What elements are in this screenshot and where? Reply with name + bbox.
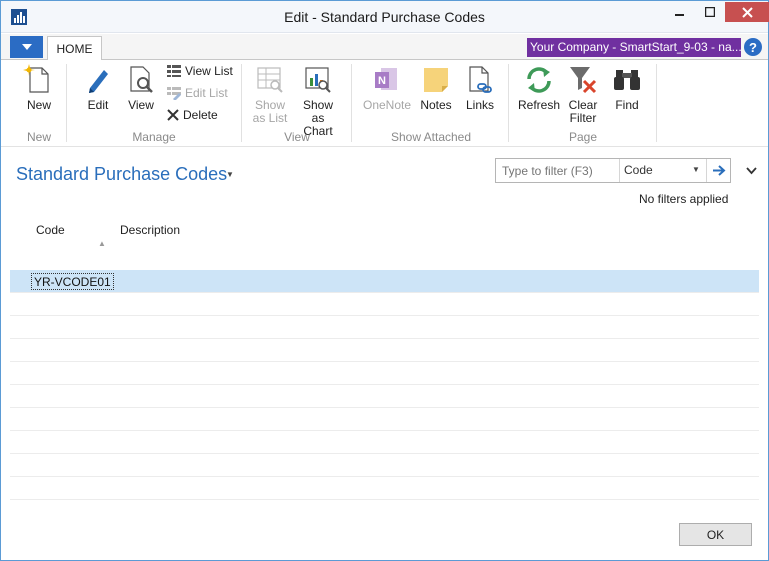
onenote-button[interactable]: N OneNote (361, 64, 413, 112)
help-button[interactable]: ? (744, 38, 762, 56)
ribbon-divider (241, 64, 242, 142)
view-document-icon (130, 66, 153, 93)
clear-filter-icon (570, 67, 597, 94)
view-list-label: View List (185, 64, 233, 78)
data-grid: YR-VCODE01 (10, 270, 759, 500)
chevron-down-icon (746, 167, 757, 175)
table-row-empty[interactable] (10, 293, 759, 316)
onenote-label: OneNote (362, 98, 412, 112)
arrow-right-icon (712, 165, 725, 176)
group-label-manage: Manage (132, 130, 176, 144)
apply-filter-button[interactable] (706, 159, 731, 182)
ribbon-divider (351, 64, 352, 142)
application-menu-button[interactable] (10, 36, 43, 58)
links-button[interactable]: Links (461, 64, 499, 112)
table-row-empty[interactable] (10, 316, 759, 339)
table-row-empty[interactable] (10, 454, 759, 477)
title-bar: Edit - Standard Purchase Codes (1, 1, 769, 33)
clear-filter-label-2: Filter (569, 111, 597, 125)
window-title: Edit - Standard Purchase Codes (284, 9, 485, 25)
group-label-view: View (284, 130, 310, 144)
company-badge[interactable]: Your Company - SmartStart_9-03 - na... (527, 38, 741, 57)
column-header-code[interactable]: Code (36, 223, 65, 237)
filter-field-select[interactable]: Code (624, 163, 653, 177)
links-label: Links (465, 98, 494, 112)
view-button[interactable]: View (123, 64, 159, 112)
find-label: Find (615, 98, 639, 112)
table-row[interactable]: YR-VCODE01 (10, 270, 759, 293)
minimize-button[interactable] (665, 2, 695, 22)
maximize-button[interactable] (695, 2, 725, 22)
delete-x-icon (167, 109, 179, 121)
onenote-icon: N (375, 68, 397, 90)
delete-label: Delete (183, 108, 218, 122)
clear-filter-label-1: Clear (568, 98, 598, 112)
collapse-filter-pane-button[interactable] (746, 164, 757, 178)
ribbon-divider (66, 64, 67, 142)
table-row-empty[interactable] (10, 362, 759, 385)
show-as-list-label-2: as List (252, 111, 288, 125)
group-label-page: Page (568, 130, 598, 144)
show-as-list-button[interactable]: Show as List (251, 64, 289, 125)
ribbon-divider (508, 64, 509, 142)
table-row-empty[interactable] (10, 431, 759, 454)
show-as-list-icon (257, 67, 283, 93)
filter-box: Code ▼ (495, 158, 731, 183)
link-document-icon (469, 66, 492, 93)
ribbon-tab-bar: HOME Your Company - SmartStart_9-03 - na… (1, 34, 768, 61)
page-title[interactable]: Standard Purchase Codes (16, 164, 227, 185)
view-list-icon (167, 65, 181, 77)
chevron-down-icon (21, 44, 32, 50)
svg-text:N: N (378, 75, 386, 87)
new-document-icon (23, 64, 49, 93)
column-header-description[interactable]: Description (120, 223, 180, 237)
edit-label: Edit (87, 98, 109, 112)
sticky-note-icon (424, 68, 448, 92)
clear-filter-button[interactable]: Clear Filter (565, 64, 601, 125)
notes-label: Notes (420, 98, 452, 112)
view-label: View (128, 98, 154, 112)
show-as-chart-icon (305, 67, 331, 93)
refresh-icon (527, 67, 551, 93)
refresh-label: Refresh (517, 98, 561, 112)
cell-code[interactable]: YR-VCODE01 (31, 273, 114, 290)
chevron-down-icon[interactable]: ▼ (692, 165, 700, 174)
edit-list-button[interactable]: Edit List (166, 86, 228, 100)
notes-button[interactable]: Notes (417, 64, 455, 112)
group-label-show-attached: Show Attached (390, 130, 472, 144)
close-button[interactable] (725, 2, 769, 22)
sort-ascending-icon: ▲ (98, 239, 106, 248)
page-title-menu-icon[interactable]: ▼ (226, 170, 234, 179)
new-label: New (26, 98, 51, 112)
table-row-empty[interactable] (10, 339, 759, 362)
new-button[interactable]: New (21, 64, 57, 112)
view-list-button[interactable]: View List (166, 64, 233, 78)
table-row-empty[interactable] (10, 477, 759, 500)
show-as-chart-button[interactable]: Show as Chart (295, 64, 341, 138)
filter-status: No filters applied (639, 192, 729, 206)
refresh-button[interactable]: Refresh (515, 64, 563, 112)
ribbon-divider (656, 64, 657, 142)
ok-button[interactable]: OK (679, 523, 752, 546)
tab-home[interactable]: HOME (47, 36, 102, 61)
ribbon: New New Edit View View List Edit List De… (1, 60, 768, 147)
table-row-empty[interactable] (10, 385, 759, 408)
edit-list-icon (167, 87, 181, 100)
filter-search-input[interactable] (496, 159, 620, 182)
delete-button[interactable]: Delete (166, 108, 218, 122)
pencil-icon (89, 70, 108, 93)
show-as-chart-label-1: Show as (302, 98, 334, 125)
group-label-new: New (26, 130, 51, 144)
binoculars-icon (614, 70, 640, 90)
edit-list-label: Edit List (185, 86, 228, 100)
show-as-list-label-1: Show (254, 98, 286, 112)
find-button[interactable]: Find (609, 64, 645, 112)
edit-button[interactable]: Edit (81, 64, 115, 112)
dialog-window: Edit - Standard Purchase Codes HOME Your… (0, 0, 769, 561)
table-row-empty[interactable] (10, 408, 759, 431)
